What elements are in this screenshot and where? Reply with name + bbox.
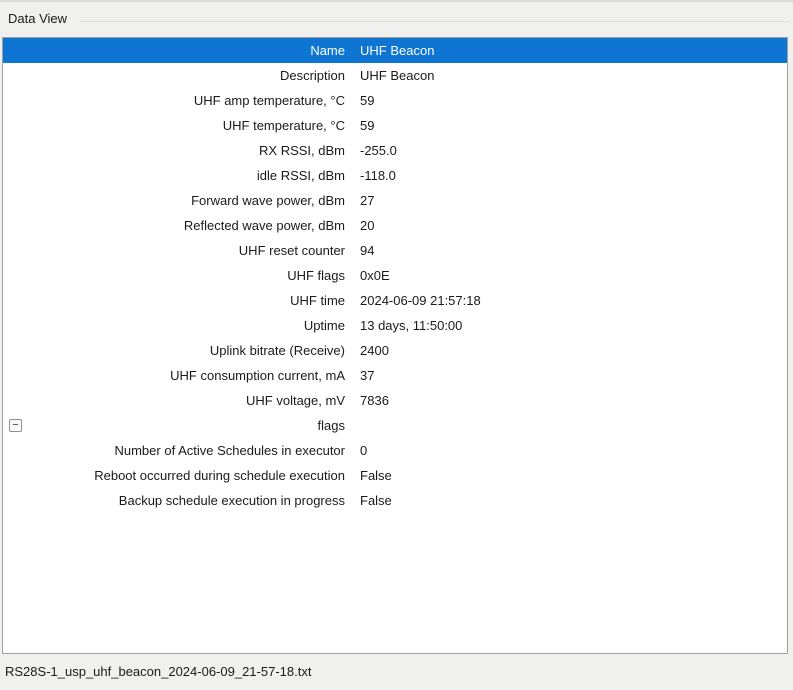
- row-label: flags: [3, 418, 345, 433]
- row-label: UHF reset counter: [3, 243, 345, 258]
- row-value: 13 days, 11:50:00: [360, 318, 787, 333]
- row-value: 37: [360, 368, 787, 383]
- panel-title: Data View: [8, 11, 67, 26]
- collapse-icon[interactable]: −: [9, 419, 22, 432]
- row-value: UHF Beacon: [360, 43, 787, 58]
- row-value: -255.0: [360, 143, 787, 158]
- row-label: UHF amp temperature, °C: [3, 93, 345, 108]
- row-label: Uptime: [3, 318, 345, 333]
- row-label: UHF consumption current, mA: [3, 368, 345, 383]
- row-label: idle RSSI, dBm: [3, 168, 345, 183]
- row-value: 59: [360, 93, 787, 108]
- row-label: UHF flags: [3, 268, 345, 283]
- window-top-edge: [0, 0, 793, 2]
- table-row[interactable]: UHF flags 0x0E: [3, 263, 787, 288]
- table-row[interactable]: UHF amp temperature, °C 59: [3, 88, 787, 113]
- table-row[interactable]: Reboot occurred during schedule executio…: [3, 463, 787, 488]
- row-value: 2024-06-09 21:57:18: [360, 293, 787, 308]
- row-label: Reflected wave power, dBm: [3, 218, 345, 233]
- data-table: Name UHF Beacon Description UHF Beacon U…: [2, 37, 788, 654]
- row-value: -118.0: [360, 168, 787, 183]
- table-row[interactable]: Name UHF Beacon: [3, 38, 787, 63]
- row-value: 0x0E: [360, 268, 787, 283]
- groupbox-border-line: [80, 21, 790, 22]
- row-label: UHF temperature, °C: [3, 118, 345, 133]
- table-row[interactable]: Forward wave power, dBm 27: [3, 188, 787, 213]
- row-value: 0: [360, 443, 787, 458]
- row-label: Backup schedule execution in progress: [3, 493, 345, 508]
- table-row[interactable]: Uptime 13 days, 11:50:00: [3, 313, 787, 338]
- row-label: Reboot occurred during schedule executio…: [3, 468, 345, 483]
- table-row[interactable]: Uplink bitrate (Receive) 2400: [3, 338, 787, 363]
- table-row[interactable]: Reflected wave power, dBm 20: [3, 213, 787, 238]
- row-value: 59: [360, 118, 787, 133]
- table-row[interactable]: UHF time 2024-06-09 21:57:18: [3, 288, 787, 313]
- row-value: 94: [360, 243, 787, 258]
- row-value: False: [360, 468, 787, 483]
- table-row[interactable]: Description UHF Beacon: [3, 63, 787, 88]
- row-value: 2400: [360, 343, 787, 358]
- row-label: Description: [3, 68, 345, 83]
- status-filename: RS28S-1_usp_uhf_beacon_2024-06-09_21-57-…: [5, 664, 311, 679]
- table-row[interactable]: UHF temperature, °C 59: [3, 113, 787, 138]
- status-bar: RS28S-1_usp_uhf_beacon_2024-06-09_21-57-…: [0, 655, 793, 690]
- row-label: Uplink bitrate (Receive): [3, 343, 345, 358]
- table-row[interactable]: UHF voltage, mV 7836: [3, 388, 787, 413]
- row-label: UHF time: [3, 293, 345, 308]
- row-value: UHF Beacon: [360, 68, 787, 83]
- row-label: Name: [3, 43, 345, 58]
- row-value: 27: [360, 193, 787, 208]
- row-value: 7836: [360, 393, 787, 408]
- table-row[interactable]: UHF consumption current, mA 37: [3, 363, 787, 388]
- table-row[interactable]: RX RSSI, dBm -255.0: [3, 138, 787, 163]
- table-row[interactable]: Backup schedule execution in progress Fa…: [3, 488, 787, 513]
- row-label: Forward wave power, dBm: [3, 193, 345, 208]
- row-value: False: [360, 493, 787, 508]
- table-row[interactable]: Number of Active Schedules in executor 0: [3, 438, 787, 463]
- table-row[interactable]: UHF reset counter 94: [3, 238, 787, 263]
- row-value: 20: [360, 218, 787, 233]
- table-row[interactable]: idle RSSI, dBm -118.0: [3, 163, 787, 188]
- table-row[interactable]: − flags: [3, 413, 787, 438]
- row-label: UHF voltage, mV: [3, 393, 345, 408]
- row-label: RX RSSI, dBm: [3, 143, 345, 158]
- row-label: Number of Active Schedules in executor: [3, 443, 345, 458]
